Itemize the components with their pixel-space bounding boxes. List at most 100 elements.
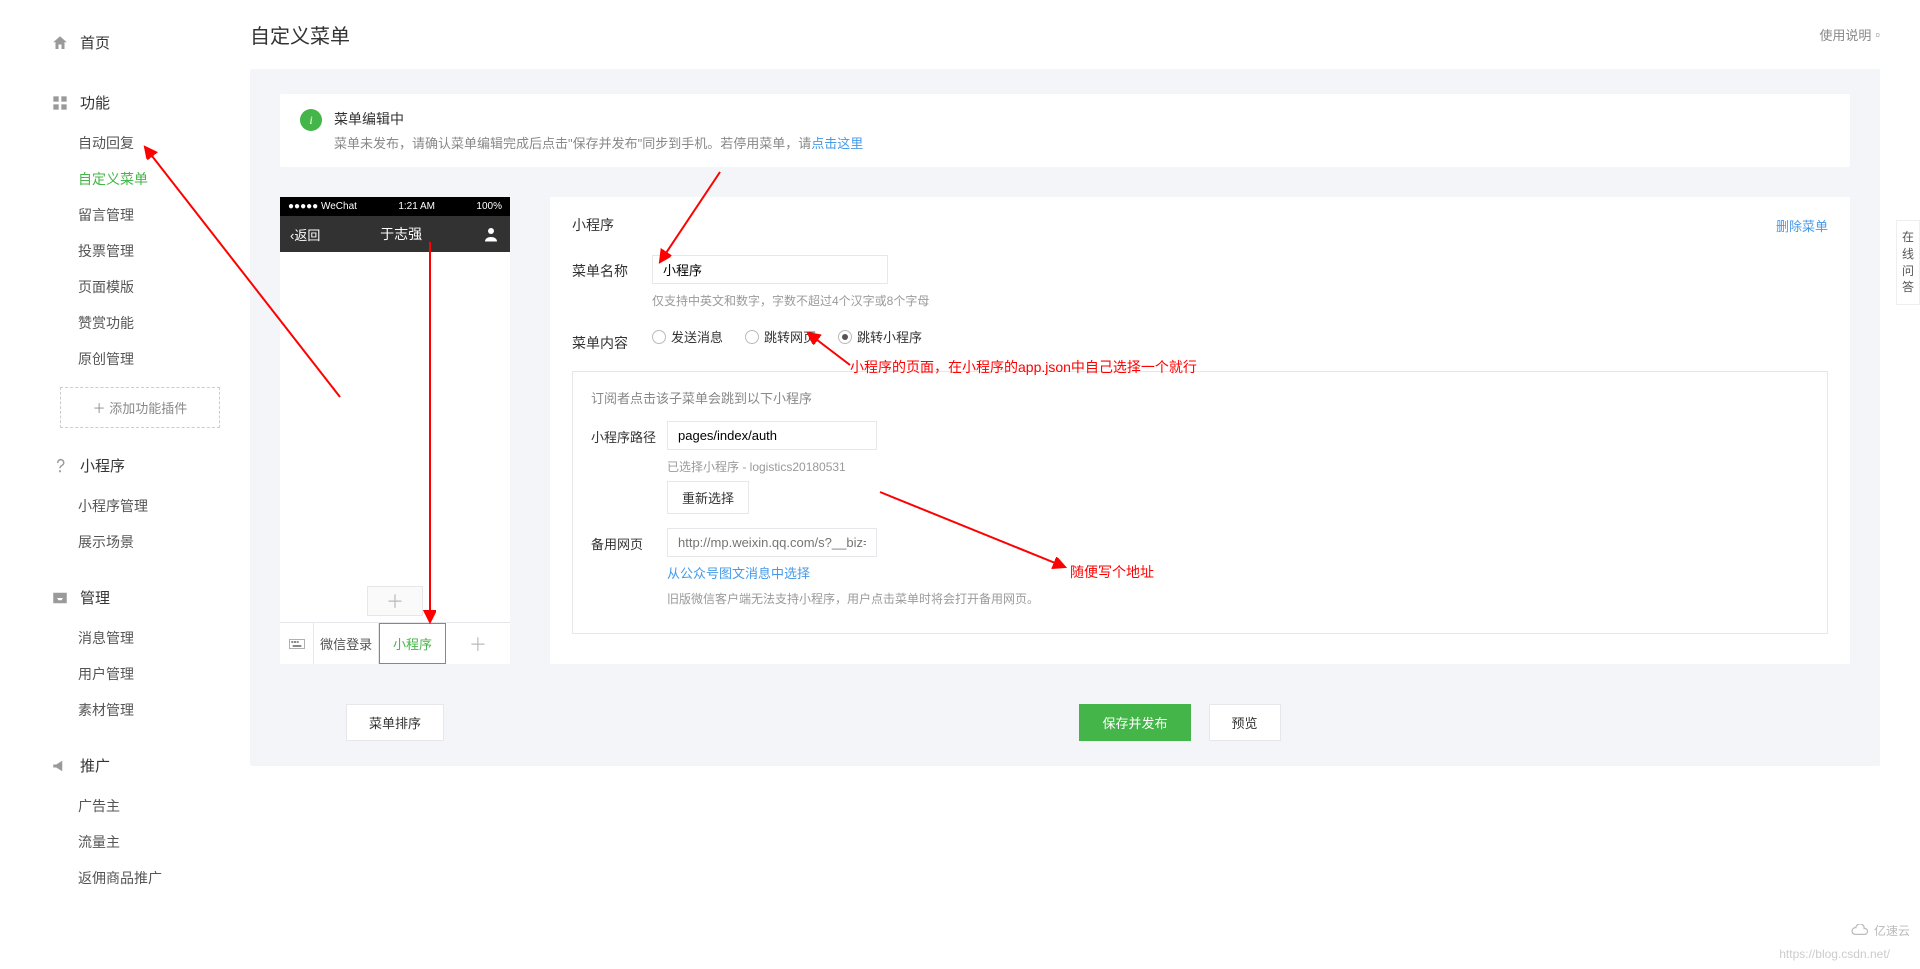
- menu-item-add[interactable]: ＋: [446, 623, 510, 664]
- sidebar-label-home: 首页: [80, 32, 110, 53]
- ctrl-menu-name: 仅支持中英文和数字，字数不超过4个汉字或8个字母: [652, 255, 1828, 309]
- inbox-icon: [50, 588, 70, 608]
- megaphone-icon: [50, 756, 70, 776]
- info-icon: i: [300, 109, 322, 131]
- hint-mp-selected: 已选择小程序 - logistics20180531: [667, 458, 877, 475]
- page-title-row: 自定义菜单 使用说明 ▫: [250, 0, 1880, 69]
- page-title: 自定义菜单: [250, 20, 350, 49]
- sidebar-section-mini[interactable]: 小程序: [0, 443, 250, 488]
- side-tab-qa[interactable]: 在线问答: [1896, 220, 1920, 305]
- actions-row: 菜单排序 保存并发布 预览: [280, 704, 1850, 741]
- editor-row: ●●●●● WeChat 1:21 AM 100% ‹返回 于志强 ＋ 微信登录…: [280, 197, 1850, 664]
- radio-icon: [652, 330, 666, 344]
- input-backup[interactable]: [667, 528, 877, 557]
- radio-jump-web[interactable]: 跳转网页: [745, 327, 816, 346]
- row-backup: 备用网页 从公众号图文消息中选择 旧版微信客户端无法支持小程序，用户点击菜单时将…: [591, 528, 1809, 607]
- sidebar-sub-original[interactable]: 原创管理: [0, 341, 250, 377]
- sidebar-sub-advertiser[interactable]: 广告主: [0, 788, 250, 824]
- hint-menu-name: 仅支持中英文和数字，字数不超过4个汉字或8个字母: [652, 292, 1828, 309]
- label-backup: 备用网页: [591, 528, 667, 553]
- sidebar-section-mgmt[interactable]: 管理: [0, 575, 250, 620]
- sidebar-section-promo[interactable]: 推广: [0, 743, 250, 788]
- phone-back[interactable]: ‹返回: [290, 225, 320, 244]
- notice-link[interactable]: 点击这里: [811, 136, 863, 151]
- reselect-button[interactable]: 重新选择: [667, 481, 749, 514]
- row-menu-name: 菜单名称 仅支持中英文和数字，字数不超过4个汉字或8个字母: [572, 255, 1828, 309]
- config-head: 小程序 删除菜单: [572, 215, 1828, 235]
- sidebar-sub-material-mgmt[interactable]: 素材管理: [0, 692, 250, 728]
- notice-title: 菜单编辑中: [334, 109, 863, 129]
- annotation-text-path: 小程序的页面，在小程序的app.json中自己选择一个就行: [850, 357, 1197, 377]
- notice-desc-a: 菜单未发布，请确认菜单编辑完成后点击"保存并发布"同步到手机。若停用菜单，请: [334, 136, 811, 151]
- phone-status-bar: ●●●●● WeChat 1:21 AM 100%: [280, 197, 510, 216]
- delete-menu-link[interactable]: 删除菜单: [1776, 216, 1828, 235]
- home-icon: [50, 33, 70, 53]
- preview-button[interactable]: 预览: [1209, 704, 1281, 741]
- sidebar-sub-msg-mgmt[interactable]: 消息管理: [0, 620, 250, 656]
- notice-bar: i 菜单编辑中 菜单未发布，请确认菜单编辑完成后点击"保存并发布"同步到手机。若…: [280, 94, 1850, 167]
- row-mp-path: 小程序路径 已选择小程序 - logistics20180531 重新选择: [591, 421, 1809, 514]
- ctrl-mp-path: 已选择小程序 - logistics20180531 重新选择: [667, 421, 877, 514]
- sidebar-add-plugin-label: 添加功能插件: [109, 401, 187, 416]
- annotation-text-backup: 随便写个地址: [1070, 562, 1154, 582]
- watermark: https://blog.csdn.net/: [1779, 947, 1890, 961]
- sidebar-sub-vote[interactable]: 投票管理: [0, 233, 250, 269]
- sidebar-sub-page-template[interactable]: 页面模版: [0, 269, 250, 305]
- sidebar-label-mgmt: 管理: [80, 587, 110, 608]
- sidebar-sub-custom-menu[interactable]: 自定义菜单: [0, 161, 250, 197]
- sidebar-add-plugin[interactable]: ＋ 添加功能插件: [60, 387, 220, 428]
- input-mp-path[interactable]: [667, 421, 877, 450]
- phone-nav: ‹返回 于志强: [280, 216, 510, 252]
- sidebar-section-func[interactable]: 功能: [0, 80, 250, 125]
- radio-send-msg[interactable]: 发送消息: [652, 327, 723, 346]
- input-menu-name[interactable]: [652, 255, 888, 284]
- help-link[interactable]: 使用说明 ▫: [1819, 25, 1880, 44]
- main: 自定义菜单 使用说明 ▫ i 菜单编辑中 菜单未发布，请确认菜单编辑完成后点击"…: [250, 0, 1880, 766]
- phone-nav-title: 于志强: [320, 224, 482, 244]
- phone-time: 1:21 AM: [398, 201, 435, 212]
- sidebar-sub-reward[interactable]: 赞赏功能: [0, 305, 250, 341]
- ctrl-menu-content: 发送消息 跳转网页 跳转小程序: [652, 327, 1828, 346]
- sidebar-sub-comment[interactable]: 留言管理: [0, 197, 250, 233]
- radio-jump-mp[interactable]: 跳转小程序: [838, 327, 922, 346]
- phone-battery: 100%: [476, 201, 502, 212]
- sidebar-sub-auto-reply[interactable]: 自动回复: [0, 125, 250, 161]
- grid-icon: [50, 93, 70, 113]
- sidebar-sub-mini-scene[interactable]: 展示场景: [0, 524, 250, 560]
- sidebar-sub-traffic[interactable]: 流量主: [0, 824, 250, 860]
- config-panel: 小程序 删除菜单 菜单名称 仅支持中英文和数字，字数不超过4个汉字或8个字母 菜…: [550, 197, 1850, 664]
- user-icon: [482, 225, 500, 243]
- phone-menubar: 微信登录 小程序 ＋: [280, 622, 510, 664]
- label-menu-content: 菜单内容: [572, 327, 652, 353]
- label-mp-path: 小程序路径: [591, 421, 667, 446]
- sidebar-sub-mini-mgmt[interactable]: 小程序管理: [0, 488, 250, 524]
- ctrl-backup: 从公众号图文消息中选择 旧版微信客户端无法支持小程序，用户点击菜单时将会打开备用…: [667, 528, 1039, 607]
- save-publish-button[interactable]: 保存并发布: [1079, 704, 1190, 741]
- content-panel: i 菜单编辑中 菜单未发布，请确认菜单编辑完成后点击"保存并发布"同步到手机。若…: [250, 69, 1880, 766]
- sidebar-label-mini: 小程序: [80, 455, 125, 476]
- notice-body: 菜单编辑中 菜单未发布，请确认菜单编辑完成后点击"保存并发布"同步到手机。若停用…: [334, 109, 863, 152]
- menu-item-2[interactable]: 小程序: [379, 623, 445, 664]
- menu-sort-button[interactable]: 菜单排序: [346, 704, 444, 741]
- mp-sub-hint: 订阅者点击该子菜单会跳到以下小程序: [591, 388, 1809, 407]
- menu-item-1[interactable]: 微信登录: [314, 623, 379, 664]
- phone-preview: ●●●●● WeChat 1:21 AM 100% ‹返回 于志强 ＋ 微信登录…: [280, 197, 510, 664]
- radio-icon: [838, 330, 852, 344]
- miniprogram-icon: [50, 456, 70, 476]
- row-menu-content: 菜单内容 发送消息 跳转网页 跳转小程序: [572, 327, 1828, 353]
- label-menu-name: 菜单名称: [572, 255, 652, 281]
- phone-carrier: ●●●●● WeChat: [288, 201, 357, 212]
- radio-label-web: 跳转网页: [764, 327, 816, 346]
- sidebar-item-home[interactable]: 首页: [0, 20, 250, 65]
- cloud-badge-text: 亿速云: [1874, 922, 1910, 939]
- mp-sub-panel: 订阅者点击该子菜单会跳到以下小程序 小程序路径 已选择小程序 - logisti…: [572, 371, 1828, 634]
- sidebar: 首页 功能 自动回复 自定义菜单 留言管理 投票管理 页面模版 赞赏功能 原创管…: [0, 0, 250, 969]
- radio-icon: [745, 330, 759, 344]
- backup-from-article-link[interactable]: 从公众号图文消息中选择: [667, 563, 810, 582]
- sidebar-sub-user-mgmt[interactable]: 用户管理: [0, 656, 250, 692]
- radio-label-mp: 跳转小程序: [857, 327, 922, 346]
- notice-desc: 菜单未发布，请确认菜单编辑完成后点击"保存并发布"同步到手机。若停用菜单，请点击…: [334, 133, 863, 152]
- add-submenu-button[interactable]: ＋: [367, 586, 423, 616]
- keyboard-toggle[interactable]: [280, 623, 314, 664]
- sidebar-sub-rebate[interactable]: 返佣商品推广: [0, 860, 250, 896]
